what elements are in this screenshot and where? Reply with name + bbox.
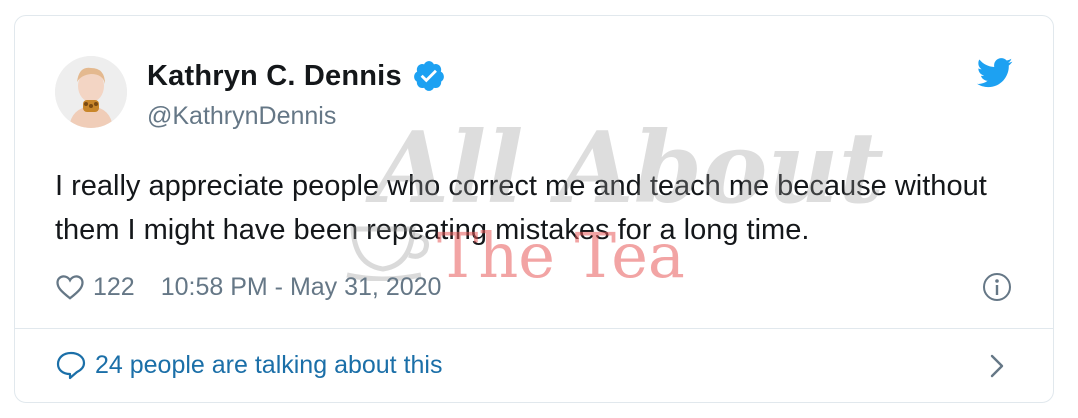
conversation-link[interactable]: 24 people are talking about this — [55, 350, 442, 380]
tweet-text: I really appreciate people who correct m… — [55, 170, 987, 246]
author-handle[interactable]: @KathrynDennis — [147, 102, 336, 131]
like-count[interactable]: 122 — [93, 273, 135, 302]
tweet-meta-row: 122 10:58 PM - May 31, 2020 — [55, 271, 441, 303]
verified-badge-icon — [412, 59, 446, 93]
author-row: Kathryn C. Dennis — [147, 59, 446, 93]
divider — [15, 328, 1053, 329]
tweet-card: Kathryn C. Dennis @KathrynDennis I reall… — [14, 15, 1054, 403]
avatar[interactable] — [55, 56, 127, 128]
author-name[interactable]: Kathryn C. Dennis — [147, 60, 402, 93]
chevron-right-icon[interactable] — [987, 352, 1007, 380]
comment-bubble-icon — [56, 351, 86, 380]
conversation-link-text[interactable]: 24 people are talking about this — [95, 351, 442, 380]
twitter-bird-icon[interactable] — [977, 58, 1013, 88]
info-icon[interactable] — [981, 271, 1013, 303]
avatar-image — [55, 56, 127, 128]
heart-icon[interactable] — [55, 272, 85, 302]
tweet-timestamp[interactable]: 10:58 PM - May 31, 2020 — [161, 273, 442, 302]
